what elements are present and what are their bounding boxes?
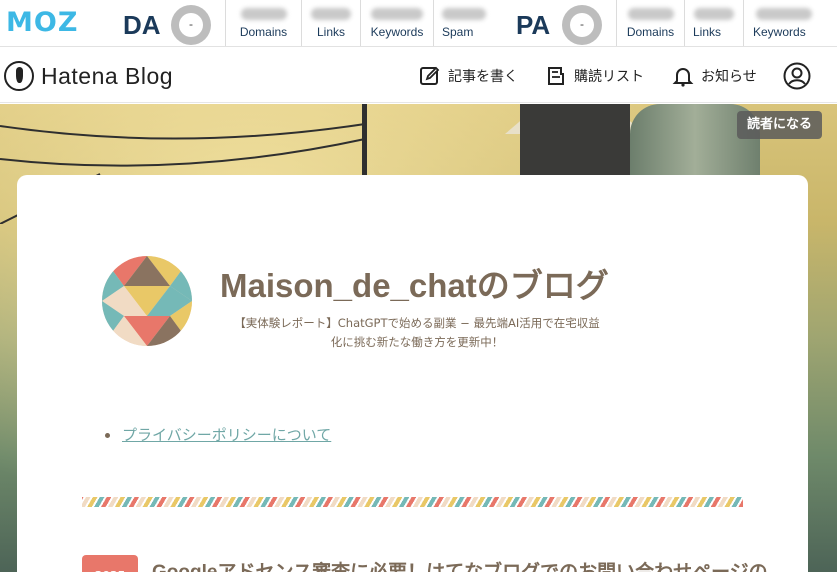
pa-stat-links: Links bbox=[684, 0, 743, 46]
blog-avatar[interactable] bbox=[102, 256, 192, 346]
blog-description: 【実体験レポート】ChatGPTで始める副業 − 最先端AI活用で在宅収益 化に… bbox=[212, 314, 622, 352]
privacy-policy-item: プライバシーポリシーについて bbox=[105, 424, 331, 445]
stat-label: Keywords bbox=[370, 25, 424, 39]
reading-list-icon bbox=[545, 65, 567, 87]
pa-label: PA bbox=[516, 10, 551, 40]
hatena-header: Hatena Blog 記事を書く 購読リスト お知らせ bbox=[0, 48, 837, 103]
brand-name: Hatena Blog bbox=[41, 62, 174, 89]
stat-label: Links bbox=[316, 25, 345, 39]
notifications-label: お知らせ bbox=[701, 69, 757, 85]
bell-icon bbox=[672, 65, 694, 87]
user-account-icon[interactable] bbox=[783, 62, 811, 90]
moz-logo[interactable]: MOZ bbox=[6, 8, 78, 38]
da-stat-spam: Spam bbox=[433, 0, 493, 46]
da-stat-domains: Domains bbox=[225, 0, 301, 46]
reading-list-link[interactable]: 購読リスト bbox=[545, 64, 644, 88]
stat-label: Keywords bbox=[753, 25, 806, 39]
pa-stat-domains: Domains bbox=[616, 0, 684, 46]
post-title-link[interactable]: Googleアドセンス審査に必要！はてなブログでのお問い合わせページの bbox=[152, 557, 768, 572]
stat-label: Links bbox=[693, 25, 722, 39]
da-stat-keywords: Keywords bbox=[360, 0, 433, 46]
reading-list-label: 購読リスト bbox=[574, 69, 644, 85]
blog-description-line-1: 【実体験レポート】ChatGPTで始める副業 − 最先端AI活用で在宅収益 bbox=[234, 316, 600, 330]
pa-score-value: - bbox=[570, 13, 594, 37]
hatena-blog-logo[interactable]: Hatena Blog bbox=[4, 61, 173, 91]
pa-stat-keywords: Keywords bbox=[743, 0, 837, 46]
moz-toolbar: MOZ DA - Domains Links Keywords Spam PA … bbox=[0, 0, 837, 47]
blog-description-line-2: 化に挑む新たな働き方を更新中！ bbox=[330, 335, 504, 349]
privacy-policy-link[interactable]: プライバシーポリシーについて bbox=[122, 426, 331, 444]
da-score-value: - bbox=[179, 13, 203, 37]
decorative-stripe-divider bbox=[82, 497, 743, 507]
stat-label: Spam bbox=[442, 25, 474, 39]
stat-label: Domains bbox=[239, 25, 288, 39]
bullet-icon bbox=[105, 433, 110, 438]
notifications-link[interactable]: お知らせ bbox=[672, 64, 757, 88]
blog-title[interactable]: Maison_de_chatのブログ bbox=[220, 259, 609, 307]
post-date-badge: 2025 bbox=[82, 555, 138, 572]
stat-label: Domains bbox=[626, 25, 675, 39]
follow-button[interactable]: 読者になる bbox=[737, 111, 822, 139]
da-score-ring: - bbox=[171, 5, 211, 45]
blog-card: Maison_de_chatのブログ 【実体験レポート】ChatGPTで始める副… bbox=[17, 175, 808, 572]
write-article-label: 記事を書く bbox=[448, 69, 518, 85]
pa-score-ring: - bbox=[562, 5, 602, 45]
hatena-pen-icon bbox=[4, 61, 34, 91]
da-label: DA bbox=[123, 10, 161, 40]
da-stat-links: Links bbox=[301, 0, 360, 46]
edit-icon bbox=[419, 65, 441, 87]
write-article-link[interactable]: 記事を書く bbox=[419, 64, 518, 88]
